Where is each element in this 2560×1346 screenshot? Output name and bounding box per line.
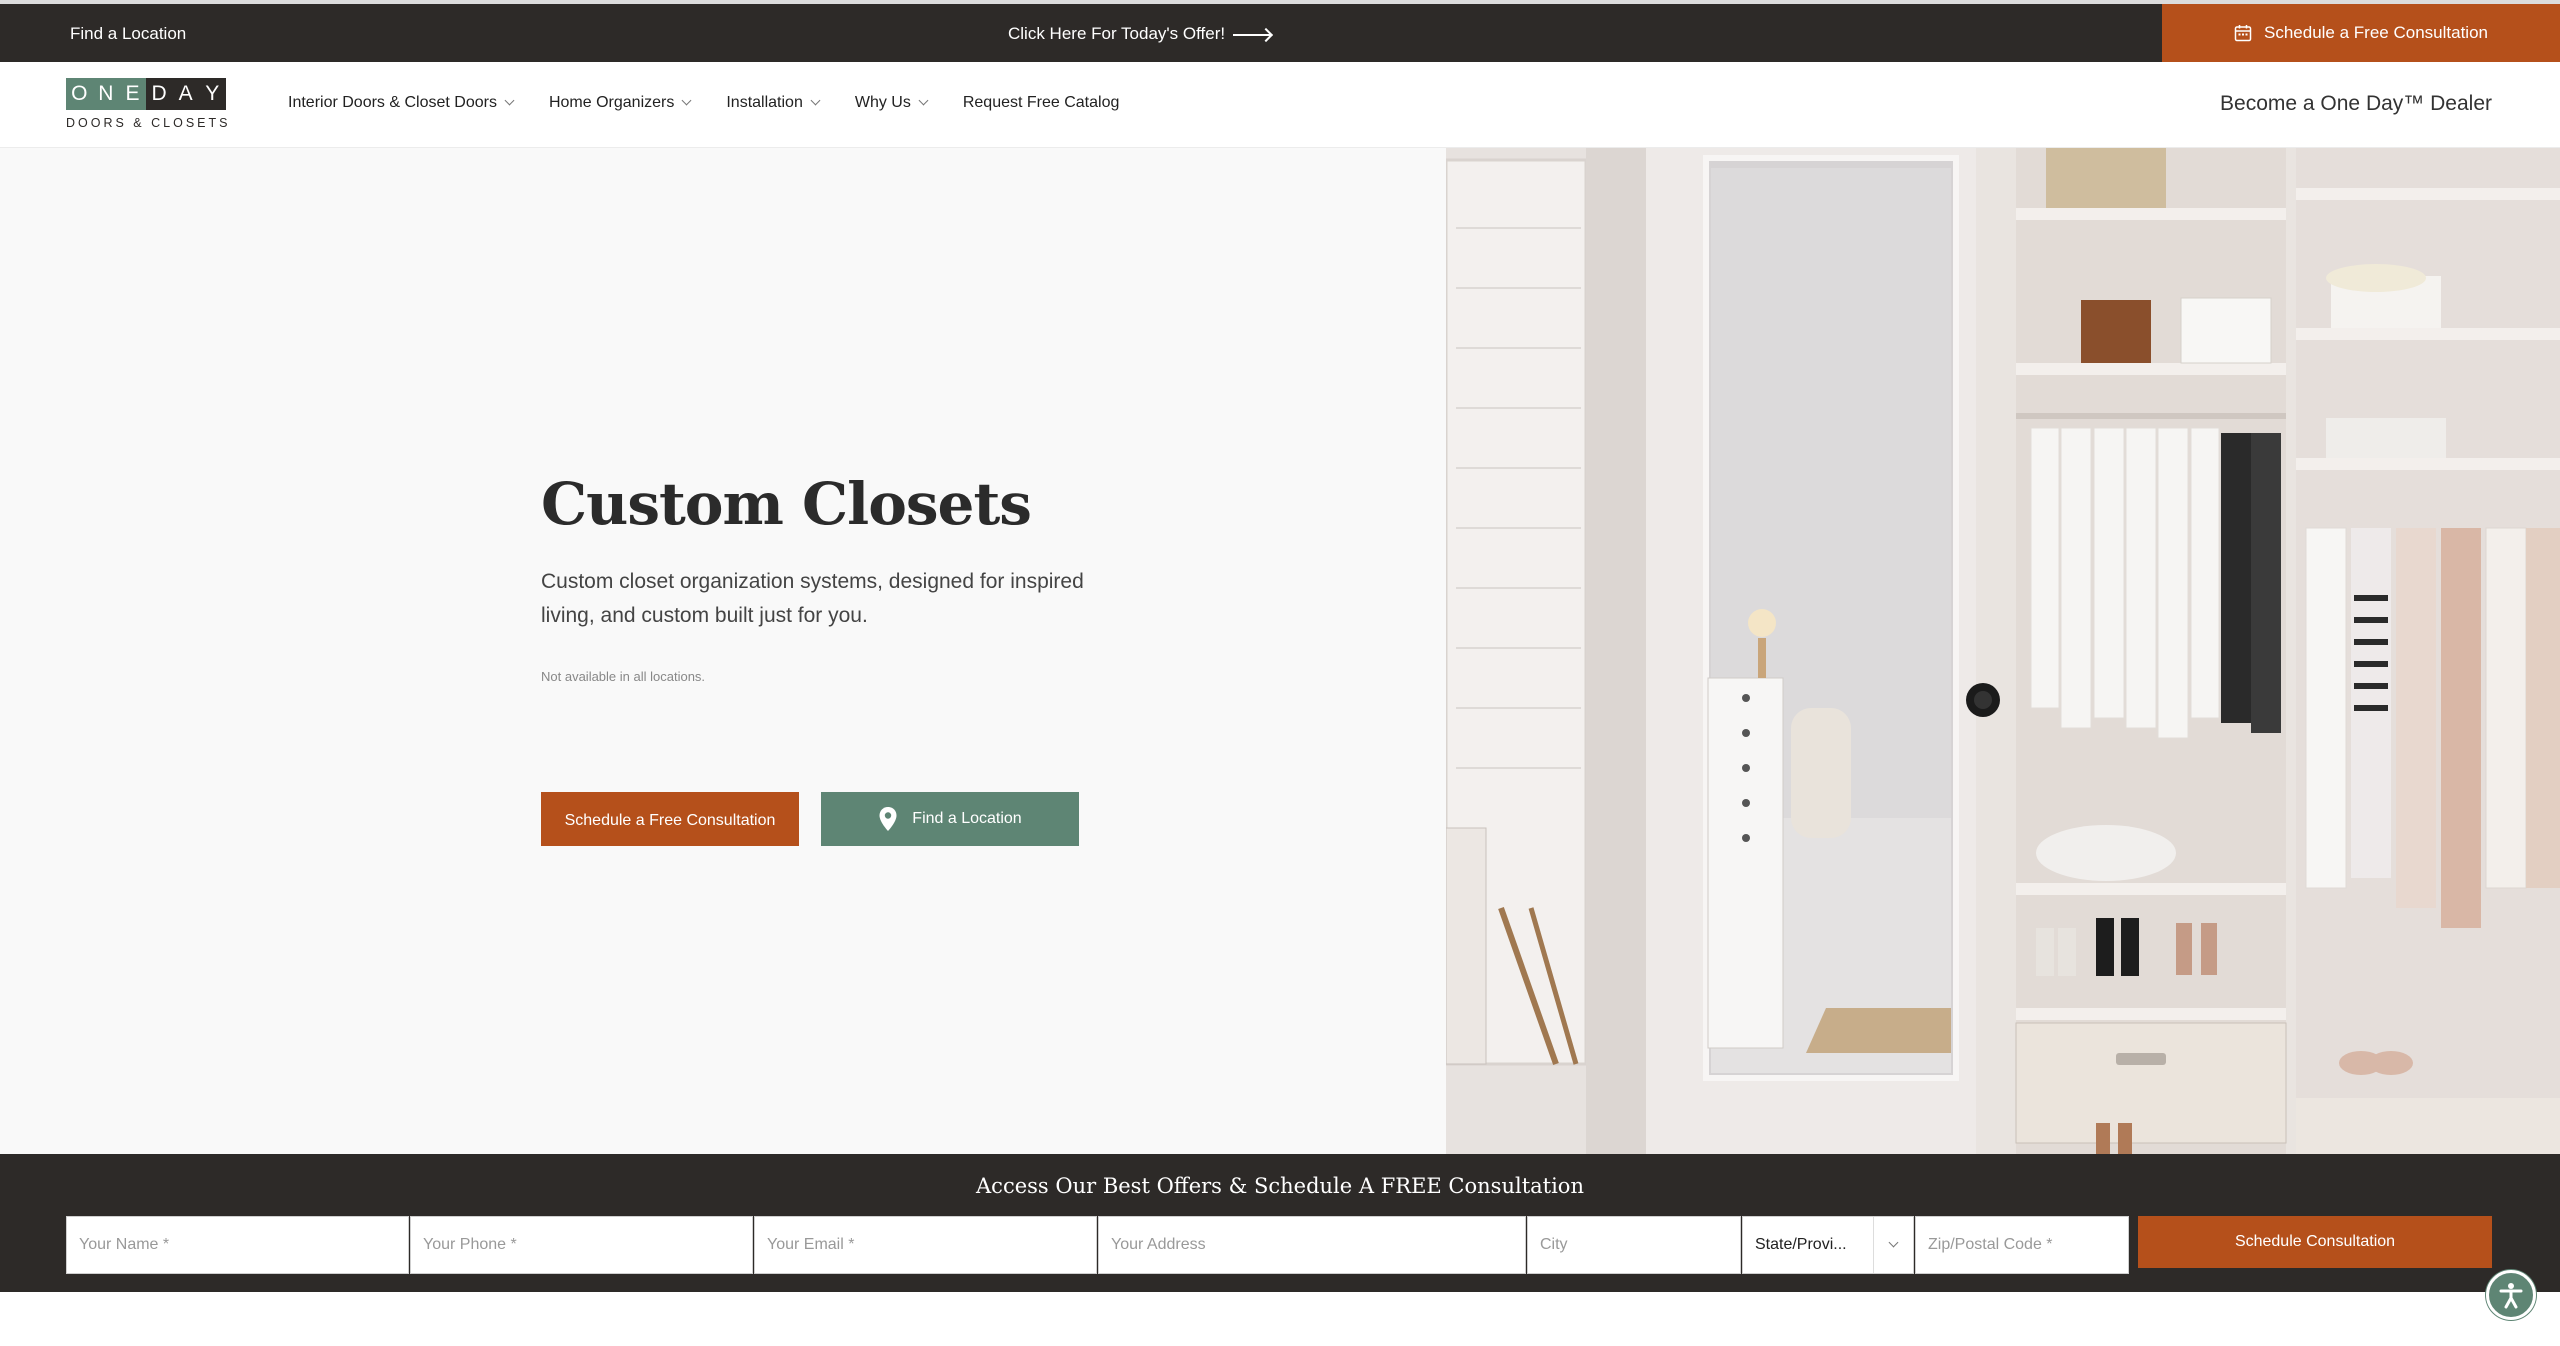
email-field[interactable]: Your Email * [754,1216,1097,1274]
hero-closet-image [1446,148,2560,1154]
page: Find a Location Click Here For Today's O… [0,0,2560,1346]
nav-item-interior-doors[interactable]: Interior Doors & Closet Doors [288,94,515,112]
accessibility-icon [2499,1283,2523,1309]
hero-note: Not available in all locations. [541,669,706,684]
hero-find-location-button[interactable]: Find a Location [821,792,1079,846]
logo-mark: O N E D A Y [66,78,226,110]
chevron-down-icon [810,95,821,105]
top-bar: Find a Location Click Here For Today's O… [0,0,2560,62]
nav-item-installation[interactable]: Installation [726,94,821,112]
arrow-right-icon [1233,34,1272,36]
nav-item-home-organizers[interactable]: Home Organizers [549,94,692,112]
top-schedule-label: Schedule a Free Consultation [2264,23,2488,42]
hero-section [0,148,1446,1154]
top-find-location-link[interactable]: Find a Location [70,24,186,44]
logo[interactable]: O N E D A Y DOORS & CLOSETS [66,78,231,130]
nav-item-request-catalog[interactable]: Request Free Catalog [963,94,1120,112]
address-field[interactable]: Your Address [1098,1216,1526,1274]
main-nav: O N E D A Y DOORS & CLOSETS Interior Doo… [0,62,2560,148]
offer-text: Click Here For Today's Offer! [1008,24,1226,43]
become-dealer-link[interactable]: Become a One Day™ Dealer [2220,92,2492,116]
location-pin-icon [879,807,897,831]
closet-illustration [1446,148,2560,1154]
nav-item-why-us[interactable]: Why Us [855,94,929,112]
hero-title: Custom Closets [541,470,1032,538]
city-field[interactable]: City [1527,1216,1741,1274]
state-select[interactable]: State/Provi... [1742,1216,1914,1274]
offer-link[interactable]: Click Here For Today's Offer! [1008,24,1272,44]
calendar-icon [2234,25,2252,42]
consultation-form-band: Access Our Best Offers & Schedule A FREE… [0,1154,2560,1292]
chevron-down-icon [918,95,929,105]
state-select-value: State/Provi... [1755,1236,1847,1253]
top-schedule-button[interactable]: Schedule a Free Consultation [2162,4,2560,62]
chevron-down-icon [681,95,692,105]
name-field[interactable]: Your Name * [66,1216,409,1274]
accessibility-button[interactable] [2486,1270,2536,1320]
chevron-down-icon [504,95,515,105]
form-title: Access Our Best Offers & Schedule A FREE… [976,1174,1584,1198]
hero-description: Custom closet organization systems, desi… [541,570,1084,627]
nav-menu: Interior Doors & Closet Doors Home Organ… [288,94,1119,112]
schedule-consultation-button[interactable]: Schedule Consultation [2138,1216,2492,1268]
hero-schedule-button[interactable]: Schedule a Free Consultation [541,792,799,846]
chevron-down-icon [1873,1217,1913,1273]
zip-field[interactable]: Zip/Postal Code * [1915,1216,2129,1274]
phone-field[interactable]: Your Phone * [410,1216,753,1274]
logo-subtitle: DOORS & CLOSETS [66,116,231,130]
